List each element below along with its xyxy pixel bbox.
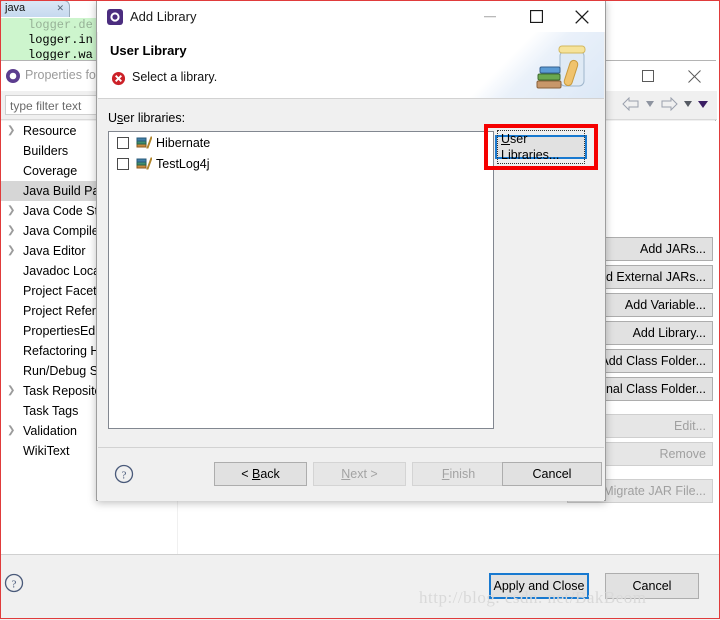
help-icon[interactable]: ? bbox=[4, 573, 24, 593]
user-libraries-label-suffix: er libraries: bbox=[123, 111, 186, 125]
chevron-down-icon[interactable] bbox=[644, 94, 656, 114]
tree-item-label: Java Compiler bbox=[23, 224, 103, 238]
finish-button: Finish bbox=[412, 462, 505, 486]
svg-text:?: ? bbox=[12, 579, 17, 591]
tree-item-label: Java Editor bbox=[23, 244, 86, 258]
error-icon bbox=[111, 71, 126, 86]
add-library-footer: ? < Back Next > Finish Cancel bbox=[98, 447, 604, 501]
maximize-icon[interactable] bbox=[625, 61, 671, 91]
svg-text:?: ? bbox=[122, 470, 127, 482]
add-library-titlebar: Add Library bbox=[97, 1, 605, 32]
chevron-right-icon[interactable]: ❯ bbox=[7, 381, 15, 401]
tree-item-label: Resource bbox=[23, 124, 77, 138]
maximize-icon[interactable] bbox=[513, 1, 559, 32]
user-libraries-label: User libraries: bbox=[108, 111, 186, 125]
back-button[interactable]: < Back bbox=[214, 462, 307, 486]
tree-item-label: Validation bbox=[23, 424, 77, 438]
chevron-down-icon[interactable] bbox=[682, 94, 694, 114]
checkbox[interactable] bbox=[117, 136, 129, 149]
tree-item-label: WikiText bbox=[23, 444, 70, 458]
help-icon[interactable]: ? bbox=[114, 464, 134, 484]
library-jar-icon bbox=[536, 45, 586, 89]
chevron-right-icon[interactable]: ❯ bbox=[7, 241, 15, 261]
chevron-right-icon[interactable]: ❯ bbox=[7, 121, 15, 141]
tree-item-label: Project Facets bbox=[23, 284, 103, 298]
accelerator-char: F bbox=[441, 467, 450, 481]
user-libraries-button[interactable]: User Libraries... bbox=[495, 130, 587, 164]
forward-arrow-icon[interactable] bbox=[659, 94, 679, 114]
library-books-icon bbox=[136, 136, 152, 148]
minimize-icon[interactable] bbox=[467, 1, 513, 32]
chevron-right-icon[interactable]: ❯ bbox=[7, 421, 15, 441]
eclipse-icon bbox=[6, 69, 20, 83]
user-libraries-list[interactable]: Hibernate TestLog4j bbox=[108, 131, 494, 429]
add-library-dialog: Add Library User Library Select a librar… bbox=[96, 0, 606, 501]
library-name: Hibernate bbox=[156, 135, 211, 150]
wizard-page-heading: User Library bbox=[110, 43, 187, 58]
finish-button-label: inish bbox=[449, 467, 476, 481]
tree-item-label: Coverage bbox=[23, 164, 78, 178]
navigation-buttons bbox=[621, 94, 709, 114]
checkbox[interactable] bbox=[117, 157, 129, 170]
cancel-button[interactable]: Cancel bbox=[502, 462, 602, 486]
add-library-banner: User Library Select a library. bbox=[98, 32, 604, 98]
chevron-right-icon[interactable]: ❯ bbox=[7, 201, 15, 221]
chevron-down-icon[interactable] bbox=[697, 94, 709, 114]
editor-tab-label: java bbox=[5, 2, 26, 14]
library-books-icon bbox=[136, 157, 152, 169]
back-arrow-icon[interactable] bbox=[621, 94, 641, 114]
screen: java ✕ logger.de logger.in logger.wa Pro… bbox=[0, 0, 720, 620]
add-library-title: Add Library bbox=[130, 9, 197, 24]
close-icon[interactable]: ✕ bbox=[56, 3, 64, 14]
accelerator-char: N bbox=[341, 467, 351, 481]
close-icon[interactable] bbox=[559, 1, 605, 32]
watermark: http://blog. csdn. net/BakBeom bbox=[419, 588, 647, 607]
user-libraries-button-label: ser Libraries... bbox=[501, 132, 560, 162]
tree-item-label: Task Tags bbox=[23, 404, 79, 418]
accelerator-char: B bbox=[251, 467, 261, 481]
back-button-label: ack bbox=[260, 467, 280, 481]
eclipse-icon bbox=[107, 9, 123, 25]
add-library-window-buttons bbox=[465, 1, 605, 32]
tree-item-label: Builders bbox=[23, 144, 69, 158]
next-button: Next > bbox=[313, 462, 406, 486]
build-path-button-column: Add JARs... Add External JARs... Add Var… bbox=[551, 237, 713, 507]
list-item[interactable]: TestLog4j bbox=[109, 153, 493, 174]
list-item[interactable]: Hibernate bbox=[109, 132, 493, 153]
properties-title: Properties for bbox=[25, 68, 101, 82]
properties-footer: ? Apply and Close Cancel bbox=[0, 554, 720, 620]
accelerator-char: U bbox=[501, 132, 511, 146]
editor-tab-java[interactable]: java ✕ bbox=[0, 0, 70, 17]
wizard-message: Select a library. bbox=[132, 70, 218, 84]
close-icon[interactable] bbox=[671, 61, 717, 91]
next-button-label: ext > bbox=[350, 467, 378, 481]
chevron-right-icon[interactable]: ❯ bbox=[7, 221, 15, 241]
library-name: TestLog4j bbox=[156, 156, 210, 171]
